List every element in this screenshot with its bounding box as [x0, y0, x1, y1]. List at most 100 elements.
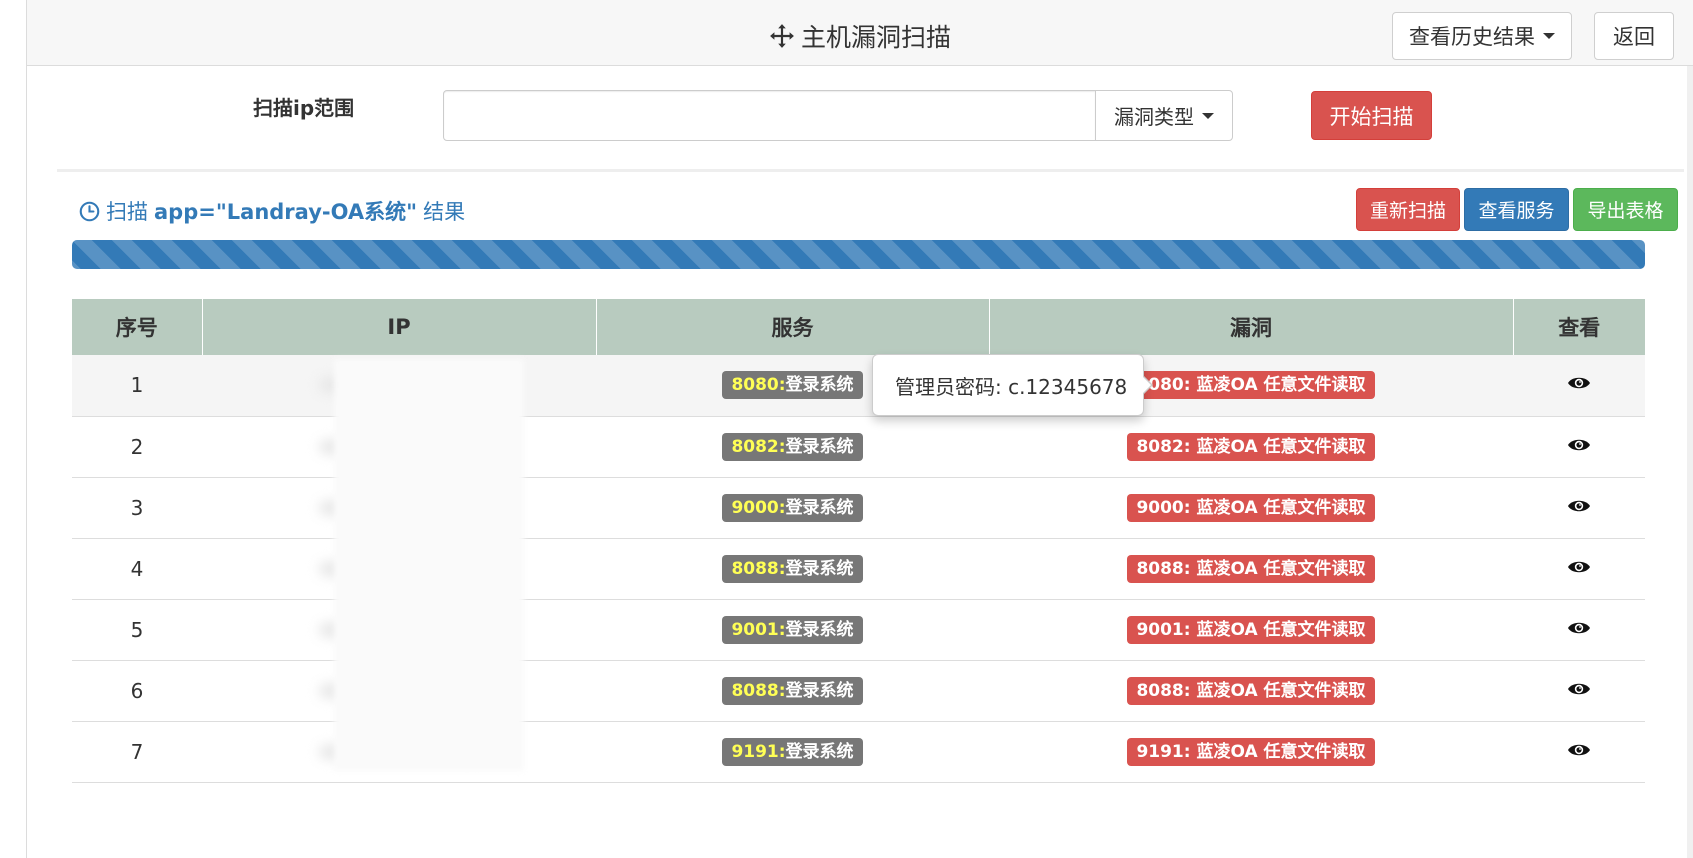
service-label[interactable]: 8088:登录系统: [722, 554, 863, 583]
row-service: 8088:登录系统: [596, 538, 989, 600]
table-header-row: 序号 IP 服务 漏洞 查看: [72, 299, 1645, 355]
row-vuln: 9001: 蓝凌OA 任意文件读取: [989, 599, 1513, 661]
eye-icon[interactable]: [1567, 497, 1591, 515]
rescan-button[interactable]: 重新扫描: [1356, 188, 1460, 231]
row-vuln: 8088: 蓝凌OA 任意文件读取: [989, 660, 1513, 722]
divider: [57, 169, 1684, 172]
vuln-type-label: 漏洞类型: [1114, 105, 1194, 129]
ip-redaction-mask: [334, 359, 524, 771]
row-view: [1513, 721, 1645, 783]
row-service: 8082:登录系统: [596, 416, 989, 478]
column-header-vuln[interactable]: 漏洞: [989, 299, 1514, 355]
table-row: 3 9000:登录系统 9000: 蓝凌OA 任意文件读取: [72, 477, 1645, 539]
row-number-text: 5: [130, 617, 144, 642]
result-query: app="Landray-OA系统": [154, 200, 418, 224]
vuln-label[interactable]: 9000: 蓝凌OA 任意文件读取: [1127, 493, 1375, 522]
vuln-label[interactable]: 8088: 蓝凌OA 任意文件读取: [1127, 676, 1375, 705]
service-port: 9000:: [731, 497, 786, 518]
service-port: 8082:: [731, 436, 786, 457]
row-number: 1: [72, 355, 202, 417]
page-title-text: 主机漏洞扫描: [801, 23, 952, 52]
service-port: 8080:: [731, 375, 786, 396]
eye-icon[interactable]: [1567, 680, 1591, 698]
vuln-label[interactable]: 9001: 蓝凌OA 任意文件读取: [1127, 615, 1375, 644]
start-scan-button[interactable]: 开始扫描: [1311, 91, 1432, 140]
scrollbar-track[interactable]: [1687, 66, 1693, 858]
service-label[interactable]: 9000:登录系统: [722, 493, 863, 522]
vuln-label[interactable]: 8088: 蓝凌OA 任意文件读取: [1127, 554, 1375, 583]
row-number: 3: [72, 477, 202, 539]
history-results-label: 查看历史结果: [1409, 25, 1535, 49]
row-number-text: 3: [130, 495, 144, 520]
row-number: 7: [72, 721, 202, 783]
service-label[interactable]: 8088:登录系统: [722, 676, 863, 705]
table-row: 5 9001:登录系统 9001: 蓝凌OA 任意文件读取: [72, 599, 1645, 661]
row-vuln: 8082: 蓝凌OA 任意文件读取: [989, 416, 1513, 478]
start-scan-label: 开始扫描: [1329, 104, 1414, 129]
view-services-button[interactable]: 查看服务: [1464, 188, 1569, 231]
results-table-body: 1 8080:登录系统 8080: 蓝凌OA 任意文件读取 2 8082:登录系统 808…: [72, 355, 1645, 783]
row-view: [1513, 416, 1645, 478]
export-table-button[interactable]: 导出表格: [1573, 188, 1678, 231]
column-header-no[interactable]: 序号: [72, 299, 203, 355]
service-name: 登录系统: [785, 619, 854, 640]
eye-icon[interactable]: [1567, 374, 1591, 392]
popover-arrow: [1142, 375, 1153, 395]
service-name: 登录系统: [785, 680, 854, 701]
table-row: 6 8088:登录系统 8088: 蓝凌OA 任意文件读取: [72, 660, 1645, 722]
service-port: 9191:: [731, 741, 786, 762]
service-label[interactable]: 8082:登录系统: [722, 432, 863, 461]
row-view: [1513, 355, 1645, 417]
service-label[interactable]: 9191:登录系统: [722, 737, 863, 766]
row-number: 5: [72, 599, 202, 661]
table-row: 1 8080:登录系统 8080: 蓝凌OA 任意文件读取: [72, 355, 1645, 417]
vuln-label[interactable]: 8082: 蓝凌OA 任意文件读取: [1127, 432, 1375, 461]
caret-down-icon: [1202, 112, 1214, 119]
scan-progress: [72, 240, 1645, 269]
column-header-view[interactable]: 查看: [1513, 299, 1645, 355]
eye-icon[interactable]: [1567, 741, 1591, 759]
vuln-type-dropdown[interactable]: 漏洞类型: [1095, 90, 1233, 141]
eye-icon[interactable]: [1567, 558, 1591, 576]
row-view: [1513, 660, 1645, 722]
move-icon: [770, 24, 794, 48]
top-bar: 主机漏洞扫描 查看历史结果 返回: [27, 0, 1693, 66]
password-popover: 管理员密码: c.12345678: [872, 354, 1153, 416]
eye-icon[interactable]: [1567, 436, 1591, 454]
service-label[interactable]: 8080:登录系统: [722, 371, 863, 400]
result-title-prefix: 扫描: [106, 200, 148, 224]
row-number-text: 1: [130, 373, 144, 398]
row-number: 4: [72, 538, 202, 600]
app-frame: 主机漏洞扫描 查看历史结果 返回 扫描ip范围 漏洞类型 开始扫描 扫描 app…: [26, 0, 1693, 858]
clock-icon: [79, 201, 100, 221]
column-header-ip[interactable]: IP: [202, 299, 597, 355]
table-row: 7 9191:登录系统 9191: 蓝凌OA 任意文件读取: [72, 721, 1645, 783]
service-name: 登录系统: [785, 436, 854, 457]
service-port: 8088:: [731, 680, 786, 701]
scan-progress-bar: [72, 240, 1645, 269]
service-name: 登录系统: [785, 741, 854, 762]
service-name: 登录系统: [785, 558, 854, 579]
row-view: [1513, 477, 1645, 539]
results-table: 序号 IP 服务 漏洞 查看 1 8080:登录系统 8080: 蓝凌OA 任意文件…: [72, 299, 1645, 783]
vuln-label[interactable]: 9191: 蓝凌OA 任意文件读取: [1127, 737, 1375, 766]
column-header-service[interactable]: 服务: [596, 299, 990, 355]
export-table-label: 导出表格: [1587, 200, 1664, 222]
row-number-text: 6: [130, 678, 144, 703]
row-vuln: 9000: 蓝凌OA 任意文件读取: [989, 477, 1513, 539]
ip-range-input[interactable]: [443, 90, 1096, 141]
history-results-dropdown[interactable]: 查看历史结果: [1392, 12, 1572, 60]
back-button[interactable]: 返回: [1594, 12, 1674, 60]
service-name: 登录系统: [785, 375, 854, 396]
service-name: 登录系统: [785, 497, 854, 518]
row-view: [1513, 538, 1645, 600]
row-vuln: 9191: 蓝凌OA 任意文件读取: [989, 721, 1513, 783]
service-label[interactable]: 9001:登录系统: [722, 615, 863, 644]
result-title-suffix: 结果: [423, 200, 466, 224]
ip-range-label: 扫描ip范围: [253, 96, 355, 120]
vuln-label[interactable]: 8080: 蓝凌OA 任意文件读取: [1127, 371, 1375, 400]
popover-text: 管理员密码: c.12345678: [895, 374, 1128, 399]
eye-icon[interactable]: [1567, 619, 1591, 637]
row-view: [1513, 599, 1645, 661]
row-service: 9191:登录系统: [596, 721, 989, 783]
